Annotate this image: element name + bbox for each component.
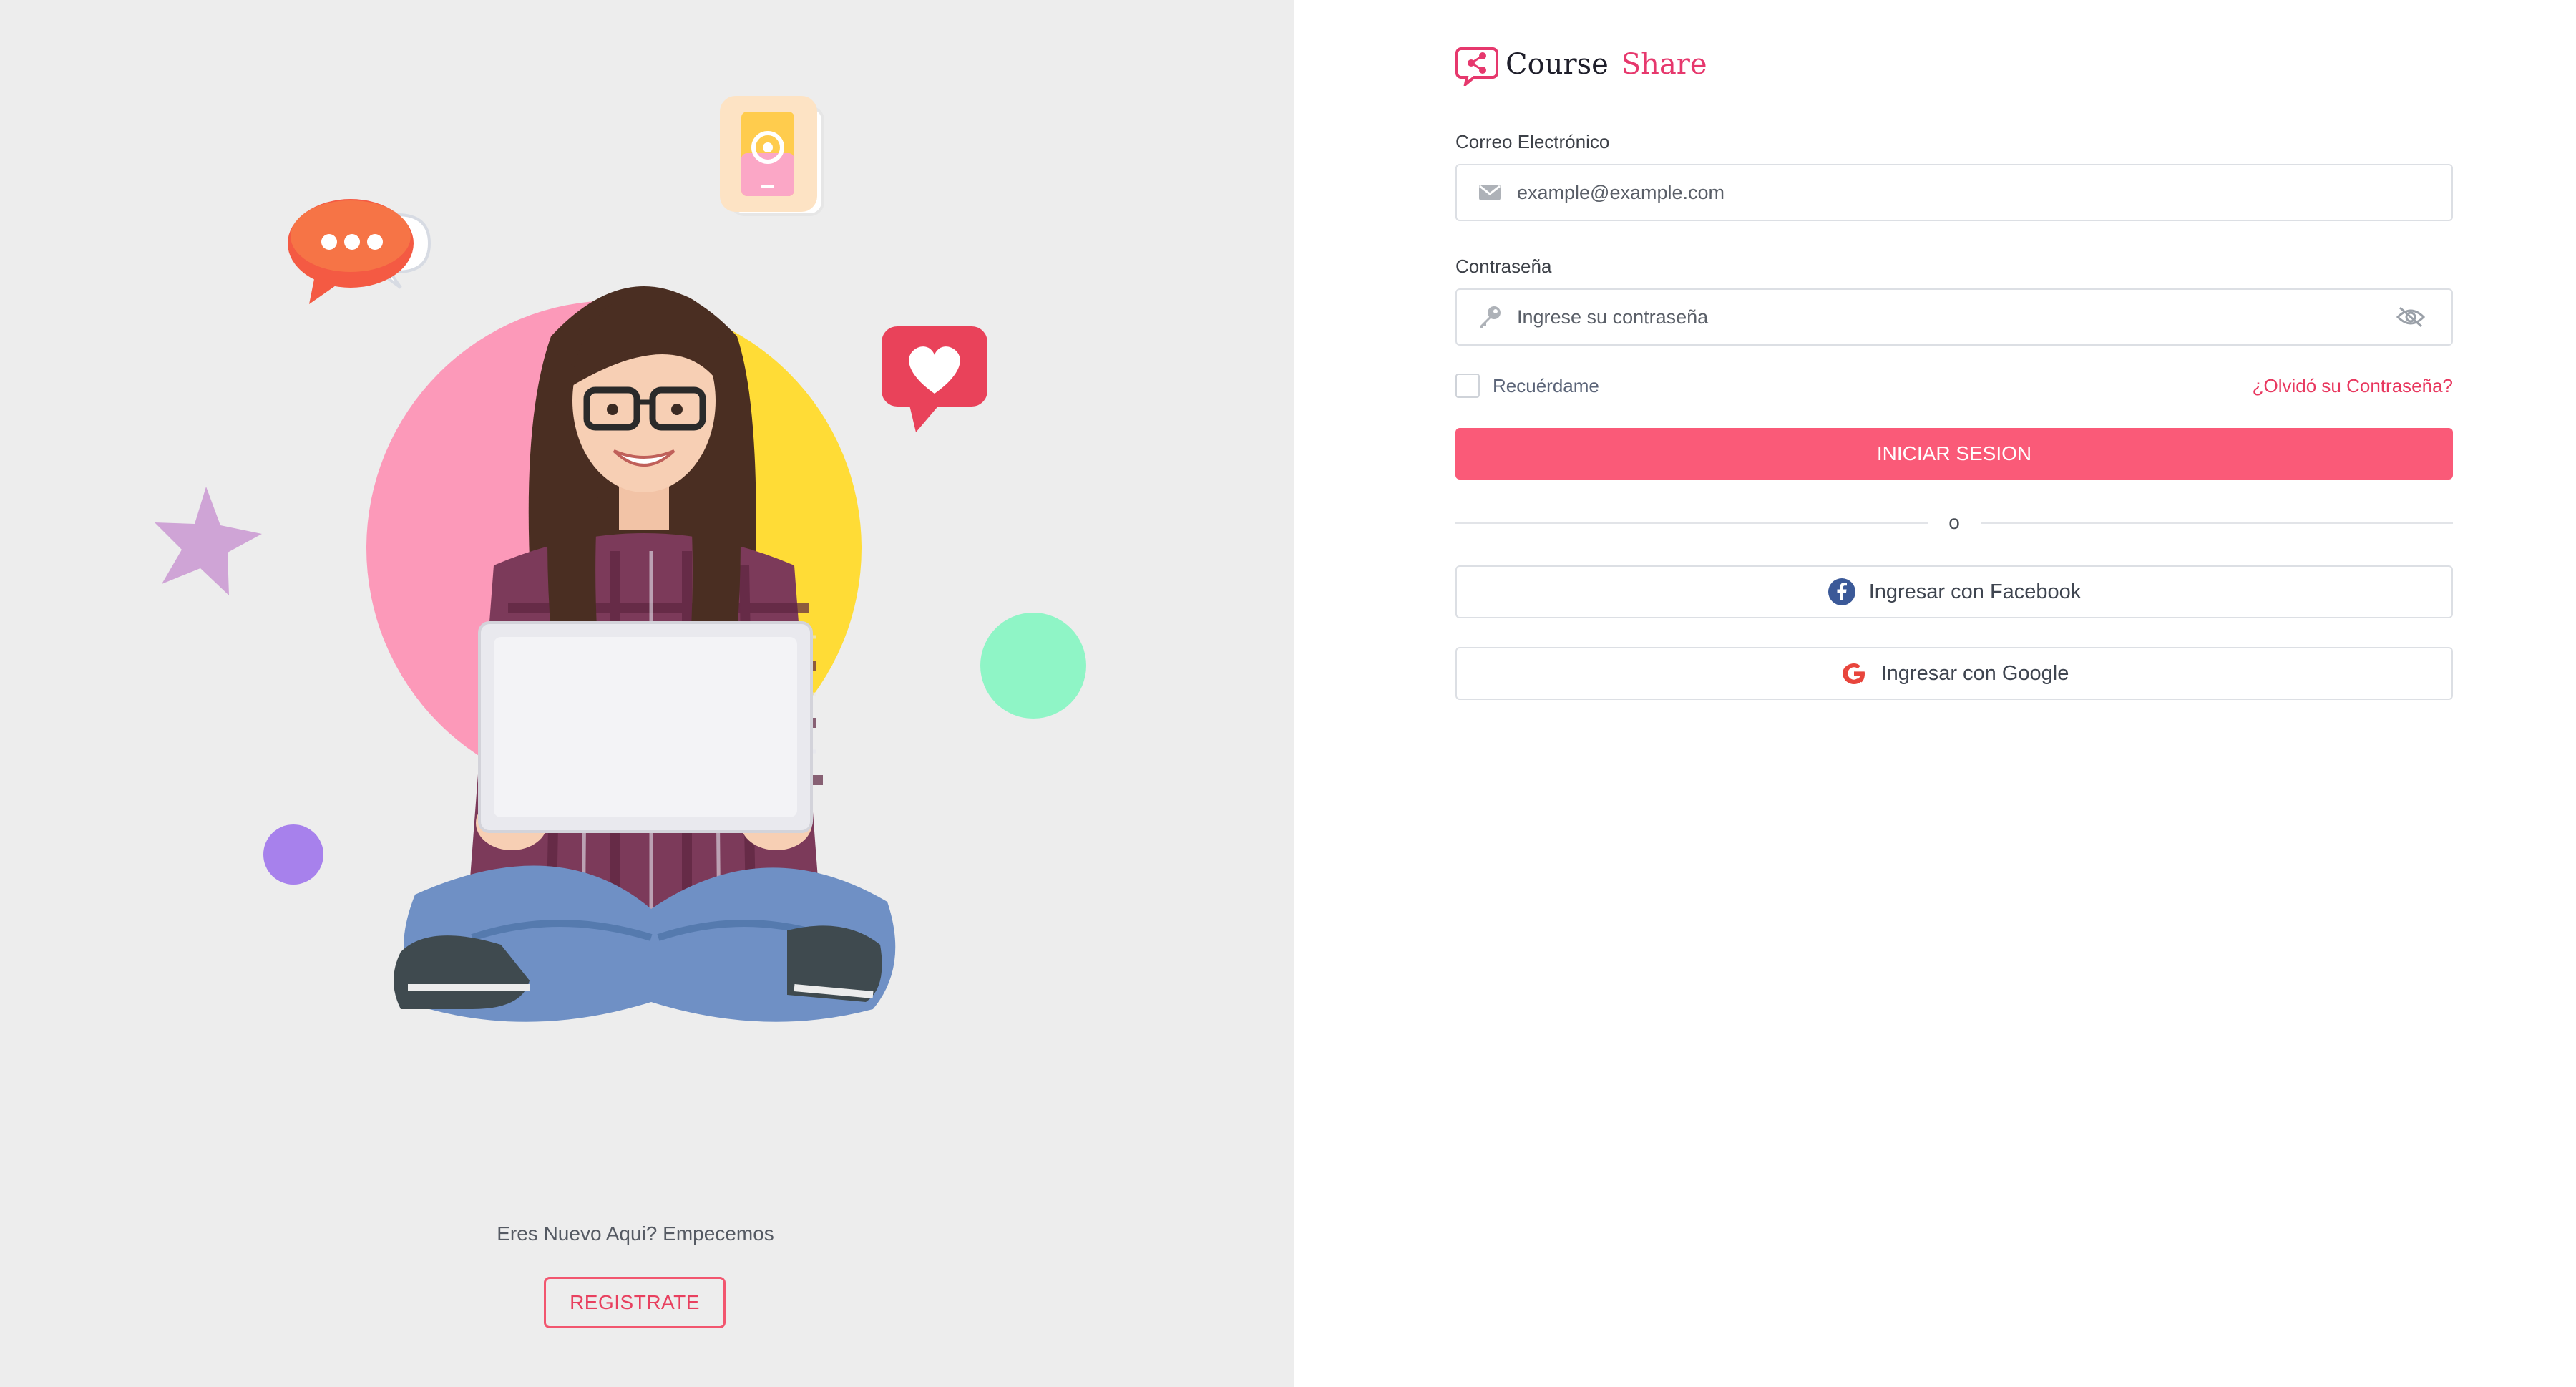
star-icon bbox=[155, 487, 262, 595]
illustration-panel: Eres Nuevo Aqui? Empecemos REGISTRATE bbox=[0, 0, 1294, 1387]
login-panel: Course Share Correo Electrónico Contrase… bbox=[1294, 0, 2576, 1387]
password-label: Contraseña bbox=[1455, 256, 1552, 277]
email-field-wrapper bbox=[1455, 164, 2453, 221]
remember-checkbox[interactable] bbox=[1455, 374, 1480, 398]
share-bubble-icon bbox=[1455, 47, 1498, 86]
facebook-login-button[interactable]: Ingresar con Facebook bbox=[1455, 565, 2453, 618]
facebook-login-label: Ingresar con Facebook bbox=[1868, 580, 2082, 603]
eye-slash-icon[interactable] bbox=[2396, 302, 2426, 332]
register-button[interactable]: REGISTRATE bbox=[544, 1277, 726, 1328]
remember-me[interactable]: Recuérdame bbox=[1455, 374, 1599, 398]
google-login-label: Ingresar con Google bbox=[1880, 661, 2069, 685]
signup-prompt: Eres Nuevo Aqui? Empecemos bbox=[497, 1222, 774, 1245]
email-phone-icon bbox=[720, 96, 824, 216]
envelope-icon bbox=[1477, 180, 1503, 205]
brand-name-share: Share bbox=[1621, 48, 1707, 81]
brand-logo[interactable]: Course Share bbox=[1455, 43, 1707, 86]
green-dot-decoration bbox=[980, 613, 1086, 719]
login-page: Eres Nuevo Aqui? Empecemos REGISTRATE Co… bbox=[0, 0, 2576, 1387]
key-icon bbox=[1477, 304, 1503, 330]
purple-dot-decoration bbox=[263, 824, 323, 885]
brand-name-course: Course bbox=[1506, 48, 1609, 81]
google-login-button[interactable]: Ingresar con Google bbox=[1455, 647, 2453, 700]
forgot-password-link[interactable]: ¿Olvidó su Contraseña? bbox=[2253, 375, 2453, 397]
facebook-icon bbox=[1828, 578, 1856, 606]
remember-label: Recuérdame bbox=[1493, 374, 1599, 396]
login-button[interactable]: INICIAR SESION bbox=[1455, 428, 2453, 480]
email-label: Correo Electrónico bbox=[1455, 131, 1610, 152]
hero-illustration bbox=[0, 0, 1294, 1074]
student-with-laptop-image bbox=[394, 286, 896, 1022]
password-field-wrapper bbox=[1455, 288, 2453, 346]
google-icon bbox=[1840, 659, 1868, 688]
or-divider: o bbox=[1455, 511, 2453, 534]
email-input[interactable] bbox=[1517, 181, 2451, 204]
password-input[interactable] bbox=[1517, 306, 2396, 328]
